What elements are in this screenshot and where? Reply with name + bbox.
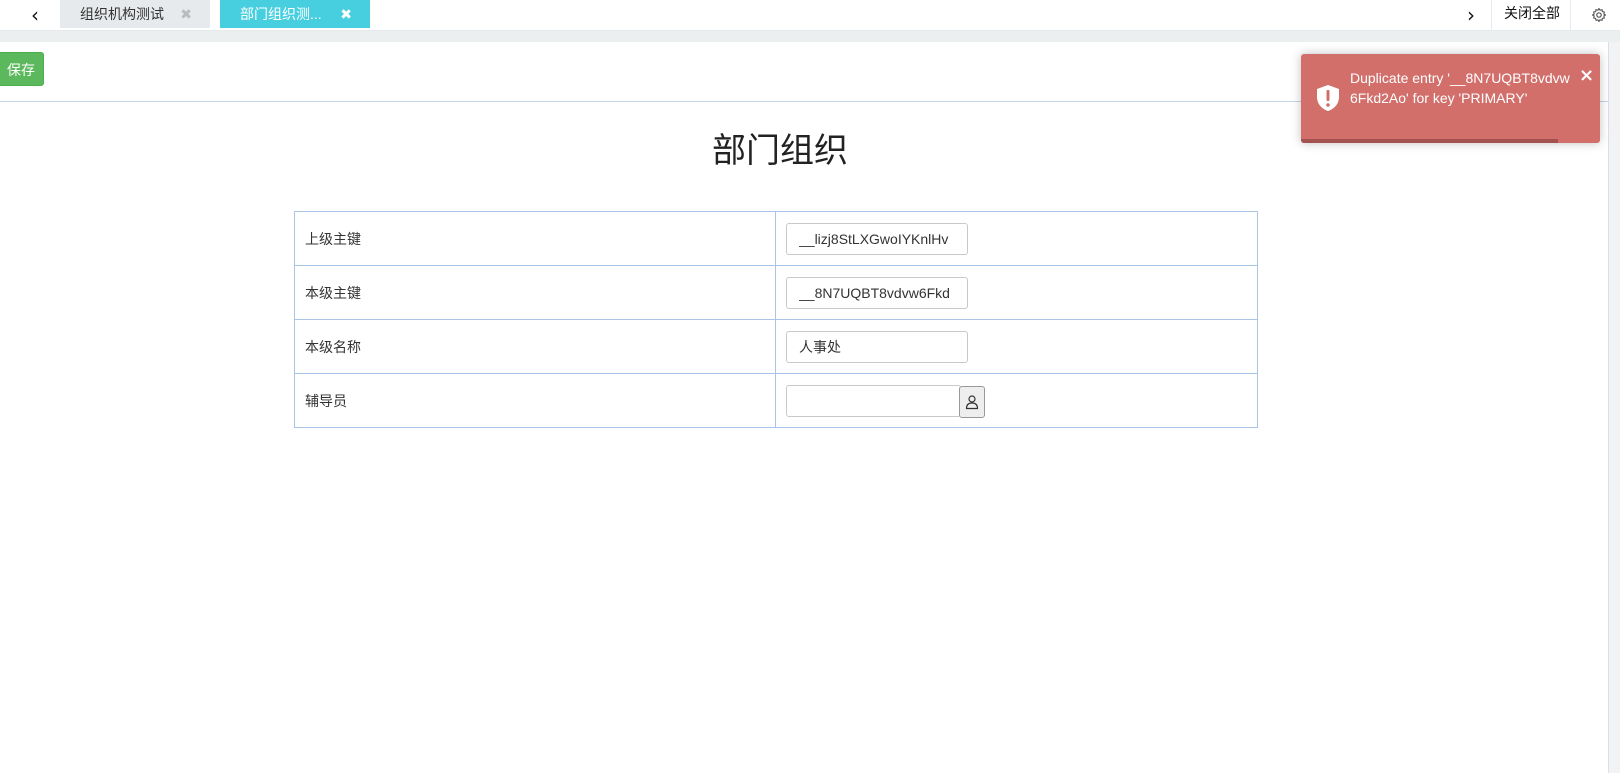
tab-dept-org[interactable]: 部门组织测... ✖ xyxy=(220,0,370,28)
field-cell xyxy=(775,373,1258,428)
field-label: 本级名称 xyxy=(294,319,776,374)
tab-label: 部门组织测... xyxy=(240,6,322,22)
field-label: 上级主键 xyxy=(294,211,776,266)
shield-alert-icon xyxy=(1315,84,1341,112)
chevron-right-icon[interactable]: › xyxy=(1451,0,1492,30)
tab-close-icon[interactable]: ✖ xyxy=(180,0,192,28)
parent-key-input[interactable] xyxy=(786,222,968,255)
form-table: 上级主键 本级主键 本级名称 辅导员 xyxy=(294,211,1258,428)
form-row: 本级主键 xyxy=(294,265,1258,320)
tab-bar: ‹ 组织机构测试 ✖ 部门组织测... ✖ › 关闭全部 xyxy=(0,0,1620,31)
error-toast: Duplicate entry '__8N7UQBT8vdvw6Fkd2Ao' … xyxy=(1301,54,1600,143)
field-label: 本级主键 xyxy=(294,265,776,320)
save-button[interactable]: 保存 xyxy=(0,52,44,86)
form-row: 辅导员 xyxy=(294,373,1258,428)
user-icon[interactable] xyxy=(959,385,985,418)
tab-label: 组织机构测试 xyxy=(80,6,164,22)
name-input[interactable] xyxy=(786,330,968,363)
field-cell xyxy=(775,265,1258,320)
tab-org-test[interactable]: 组织机构测试 ✖ xyxy=(60,0,210,28)
form-row: 上级主键 xyxy=(294,211,1258,266)
field-cell xyxy=(775,319,1258,374)
scrollbar[interactable] xyxy=(1608,42,1620,773)
counselor-input[interactable] xyxy=(786,384,961,417)
field-label: 辅导员 xyxy=(294,373,776,428)
close-icon[interactable]: × xyxy=(1579,66,1594,86)
close-all-button[interactable]: 关闭全部 xyxy=(1494,0,1571,30)
own-key-input[interactable] xyxy=(786,276,968,309)
gear-icon[interactable] xyxy=(1588,4,1610,26)
form-row: 本级名称 xyxy=(294,319,1258,374)
content-divider xyxy=(0,31,1620,42)
field-cell xyxy=(775,211,1258,266)
toast-progress-bar xyxy=(1301,139,1559,143)
toast-message: Duplicate entry '__8N7UQBT8vdvw6Fkd2Ao' … xyxy=(1350,70,1570,106)
counselor-picker xyxy=(786,384,986,418)
chevron-left-icon[interactable]: ‹ xyxy=(20,0,50,30)
tab-close-icon[interactable]: ✖ xyxy=(340,0,352,28)
